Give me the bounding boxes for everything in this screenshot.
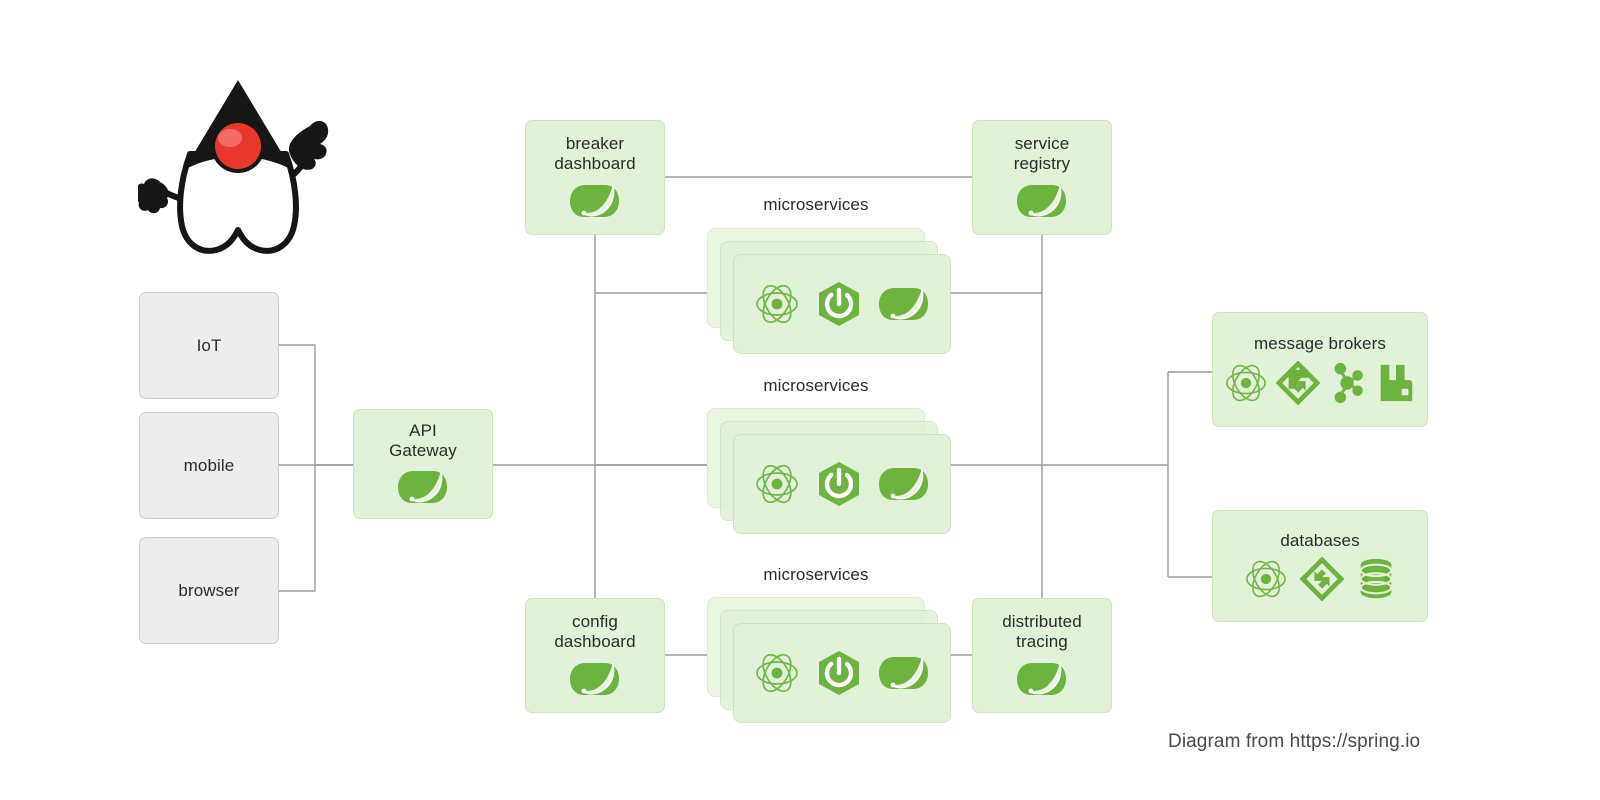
- stack-card-front[interactable]: [733, 434, 951, 534]
- node-iot[interactable]: IoT: [139, 292, 279, 399]
- stack-microservices-bottom[interactable]: [707, 597, 951, 723]
- reactor-icon: [756, 653, 798, 693]
- reactor-icon: [756, 284, 798, 324]
- node-api-gateway-icons: [397, 467, 449, 507]
- node-api-gateway-label: API Gateway: [389, 420, 457, 460]
- spring-integration-icon: [1300, 557, 1344, 602]
- node-message-brokers-icons: [1224, 360, 1416, 405]
- stack-microservices-middle[interactable]: [707, 408, 951, 534]
- stack-card-front[interactable]: [733, 623, 951, 723]
- spring-leaf-icon: [570, 661, 619, 695]
- spring-leaf-icon: [879, 287, 928, 320]
- kafka-icon: [1334, 362, 1363, 403]
- node-service-registry[interactable]: service registry: [972, 120, 1112, 235]
- node-browser[interactable]: browser: [139, 537, 279, 644]
- database-icon: [1359, 559, 1393, 599]
- node-message-brokers[interactable]: message brokers: [1212, 312, 1428, 427]
- reactor-icon: [756, 464, 798, 504]
- duke-icon: [138, 80, 329, 254]
- node-service-registry-icons: [1016, 181, 1068, 221]
- node-config-dashboard-label: config dashboard: [554, 612, 636, 651]
- spring-leaf-icon: [570, 183, 619, 217]
- duke-nose-icon: [215, 123, 261, 169]
- node-browser-label: browser: [178, 580, 240, 600]
- spring-leaf-icon: [1017, 183, 1066, 217]
- node-service-registry-label: service registry: [1013, 134, 1071, 173]
- node-databases-icons: [1244, 557, 1396, 602]
- node-api-gateway[interactable]: API Gateway: [353, 409, 493, 519]
- node-breaker-dashboard-icons: [569, 181, 621, 221]
- node-databases[interactable]: databases: [1212, 510, 1428, 622]
- microservices-middle-title: microservices: [763, 376, 869, 395]
- node-iot-label: IoT: [196, 335, 222, 355]
- spring-leaf-icon: [879, 656, 928, 689]
- java-duke-logo: [138, 78, 338, 263]
- spring-leaf-icon: [879, 467, 928, 500]
- spring-integration-icon: [1276, 360, 1320, 405]
- diagram-canvas: IoT mobile browser API Gateway breaker d…: [0, 0, 1600, 800]
- reactor-icon: [1246, 561, 1286, 598]
- node-distributed-tracing-label: distributed tracing: [1002, 612, 1082, 651]
- duke-nose-highlight-icon: [218, 129, 242, 147]
- spring-leaf-icon: [398, 470, 447, 504]
- microservices-top-title: microservices: [763, 195, 869, 214]
- spring-boot-icon: [819, 651, 859, 695]
- node-distributed-tracing-icons: [1016, 659, 1068, 699]
- node-breaker-dashboard-label: breaker dashboard: [554, 134, 636, 173]
- wire-clients-bracket: [279, 344, 316, 592]
- node-mobile-label: mobile: [183, 455, 235, 475]
- diagram-source-caption: Diagram from https://spring.io: [1168, 731, 1421, 752]
- rabbitmq-icon: [1380, 364, 1413, 402]
- reactor-icon: [1226, 364, 1266, 402]
- node-breaker-dashboard[interactable]: breaker dashboard: [525, 120, 665, 235]
- node-config-dashboard-icons: [569, 659, 621, 699]
- node-databases-label: databases: [1280, 530, 1360, 550]
- node-config-dashboard[interactable]: config dashboard: [525, 598, 665, 713]
- spring-leaf-icon: [1017, 661, 1066, 695]
- spring-boot-icon: [819, 462, 859, 506]
- node-distributed-tracing[interactable]: distributed tracing: [972, 598, 1112, 713]
- duke-left-hand-icon: [138, 178, 169, 214]
- microservices-bottom-title: microservices: [763, 565, 869, 584]
- spring-boot-icon: [819, 282, 859, 326]
- stack-card-front[interactable]: [733, 254, 951, 354]
- node-message-brokers-label: message brokers: [1254, 334, 1386, 354]
- duke-right-hand-icon: [288, 120, 329, 170]
- stack-microservices-top[interactable]: [707, 228, 951, 354]
- node-mobile[interactable]: mobile: [139, 412, 279, 519]
